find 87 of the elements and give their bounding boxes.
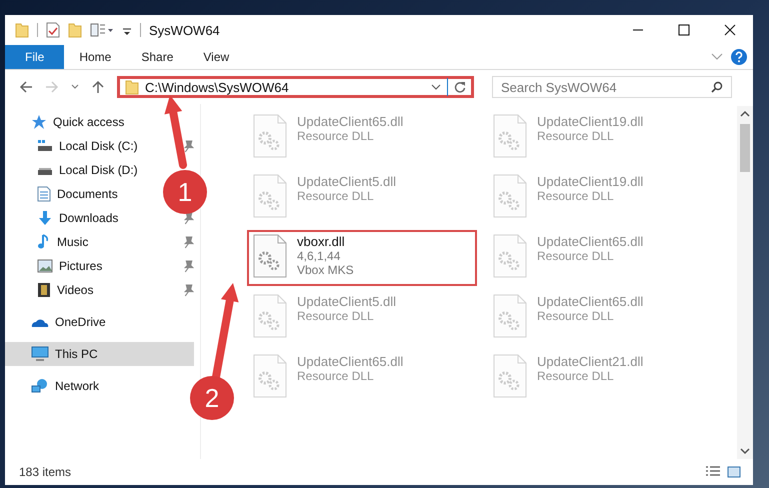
file-name: UpdateClient65.dll — [297, 354, 404, 369]
close-icon — [724, 24, 736, 36]
gear-file-icon — [493, 294, 527, 338]
sidebar-item[interactable]: Music — [5, 230, 94, 254]
file-name: UpdateClient21.dll — [537, 354, 644, 369]
file-detail: Resource DLL — [537, 309, 615, 323]
document-icon — [37, 186, 51, 202]
address-field[interactable]: C:\Windows\SysWOW64 — [117, 76, 474, 98]
sidebar-item[interactable]: Local Disk (D:) — [5, 158, 144, 182]
gear-file-icon — [253, 174, 287, 218]
help-icon[interactable] — [731, 49, 747, 65]
gear-file-icon — [493, 114, 527, 158]
dropdown-caret-icon[interactable] — [431, 84, 441, 90]
scroll-up-icon[interactable] — [740, 110, 750, 118]
file-item[interactable]: vboxr.dll 4,6,1,44 Vbox MKS — [247, 230, 477, 286]
gear-file-icon — [253, 294, 287, 338]
ribbon-tab[interactable]: Share — [126, 45, 188, 69]
sidebar-item[interactable]: Downloads — [5, 206, 124, 230]
file-detail: Resource DLL — [297, 129, 375, 143]
gear-file-icon — [253, 234, 287, 278]
file-name: UpdateClient5.dll — [297, 294, 396, 309]
file-name: UpdateClient19.dll — [537, 114, 644, 129]
pin-icon[interactable] — [183, 236, 194, 248]
drive-icon — [37, 139, 53, 153]
ribbon-tab[interactable]: Home — [64, 45, 126, 69]
music-note-icon — [37, 234, 51, 250]
file-name: UpdateClient65.dll — [537, 234, 644, 249]
properties-icon[interactable] — [46, 22, 60, 38]
view-menu-icon[interactable] — [90, 22, 114, 38]
monitor-icon — [31, 346, 49, 362]
gear-file-icon — [493, 234, 527, 278]
details-view-icon[interactable] — [705, 466, 721, 478]
file-name: UpdateClient19.dll — [537, 174, 644, 189]
sidebar-item[interactable]: This PC — [5, 342, 194, 366]
sidebar-item[interactable]: OneDrive — [5, 310, 112, 334]
pin-icon[interactable] — [183, 212, 194, 224]
step-badge: 1 — [163, 170, 207, 214]
address-path: C:\Windows\SysWOW64 — [145, 80, 289, 94]
file-detail: 4,6,1,44 — [297, 249, 342, 263]
item-count: 183 items — [19, 465, 72, 479]
sidebar-item[interactable]: Network — [5, 374, 106, 398]
file-detail: Vbox MKS — [297, 263, 354, 277]
step-badge: 2 — [190, 376, 234, 420]
file-detail: Resource DLL — [297, 369, 375, 383]
refresh-icon[interactable] — [454, 81, 466, 93]
folder-icon — [125, 79, 139, 95]
star-icon — [31, 114, 47, 130]
pin-icon[interactable] — [183, 284, 194, 296]
file-detail: Resource DLL — [537, 249, 615, 263]
search-field[interactable]: Search SysWOW64 — [492, 76, 732, 98]
file-detail: Resource DLL — [537, 369, 615, 383]
search-icon — [711, 81, 723, 93]
file-name: UpdateClient65.dll — [537, 294, 644, 309]
film-icon — [37, 282, 51, 298]
recent-caret-icon[interactable] — [71, 84, 79, 90]
gear-file-icon — [493, 354, 527, 398]
pin-icon[interactable] — [183, 260, 194, 272]
expand-ribbon-icon[interactable] — [711, 53, 723, 61]
scrollbar[interactable] — [737, 106, 753, 459]
gear-file-icon — [253, 114, 287, 158]
scroll-thumb[interactable] — [740, 124, 750, 172]
picture-icon — [37, 259, 53, 273]
scroll-down-icon[interactable] — [740, 447, 750, 455]
file-detail: Resource DLL — [537, 189, 615, 203]
sidebar-item[interactable]: Quick access — [5, 110, 130, 134]
ribbon-tab[interactable]: File — [5, 45, 64, 69]
maximize-icon — [678, 24, 690, 36]
window-title: SysWOW64 — [149, 22, 220, 38]
file-name: UpdateClient5.dll — [297, 174, 396, 189]
sidebar-item[interactable]: Pictures — [5, 254, 108, 278]
pin-icon[interactable] — [183, 140, 194, 152]
sidebar-item[interactable]: Documents — [5, 182, 124, 206]
sidebar-item[interactable]: Local Disk (C:) — [5, 134, 144, 158]
download-arrow-icon — [37, 210, 53, 226]
file-name: UpdateClient65.dll — [297, 114, 404, 129]
gear-file-icon — [253, 354, 287, 398]
gear-file-icon — [493, 174, 527, 218]
large-icons-view-icon[interactable] — [727, 466, 741, 478]
network-icon — [31, 378, 49, 394]
back-arrow-icon[interactable] — [19, 80, 33, 94]
file-detail: Resource DLL — [537, 129, 615, 143]
up-arrow-icon[interactable] — [91, 80, 105, 94]
file-detail: Resource DLL — [297, 189, 375, 203]
file-detail: Resource DLL — [297, 309, 375, 323]
file-name: vboxr.dll — [297, 234, 346, 249]
sidebar-item[interactable]: Videos — [5, 278, 100, 302]
ribbon-tab[interactable]: View — [188, 45, 244, 69]
